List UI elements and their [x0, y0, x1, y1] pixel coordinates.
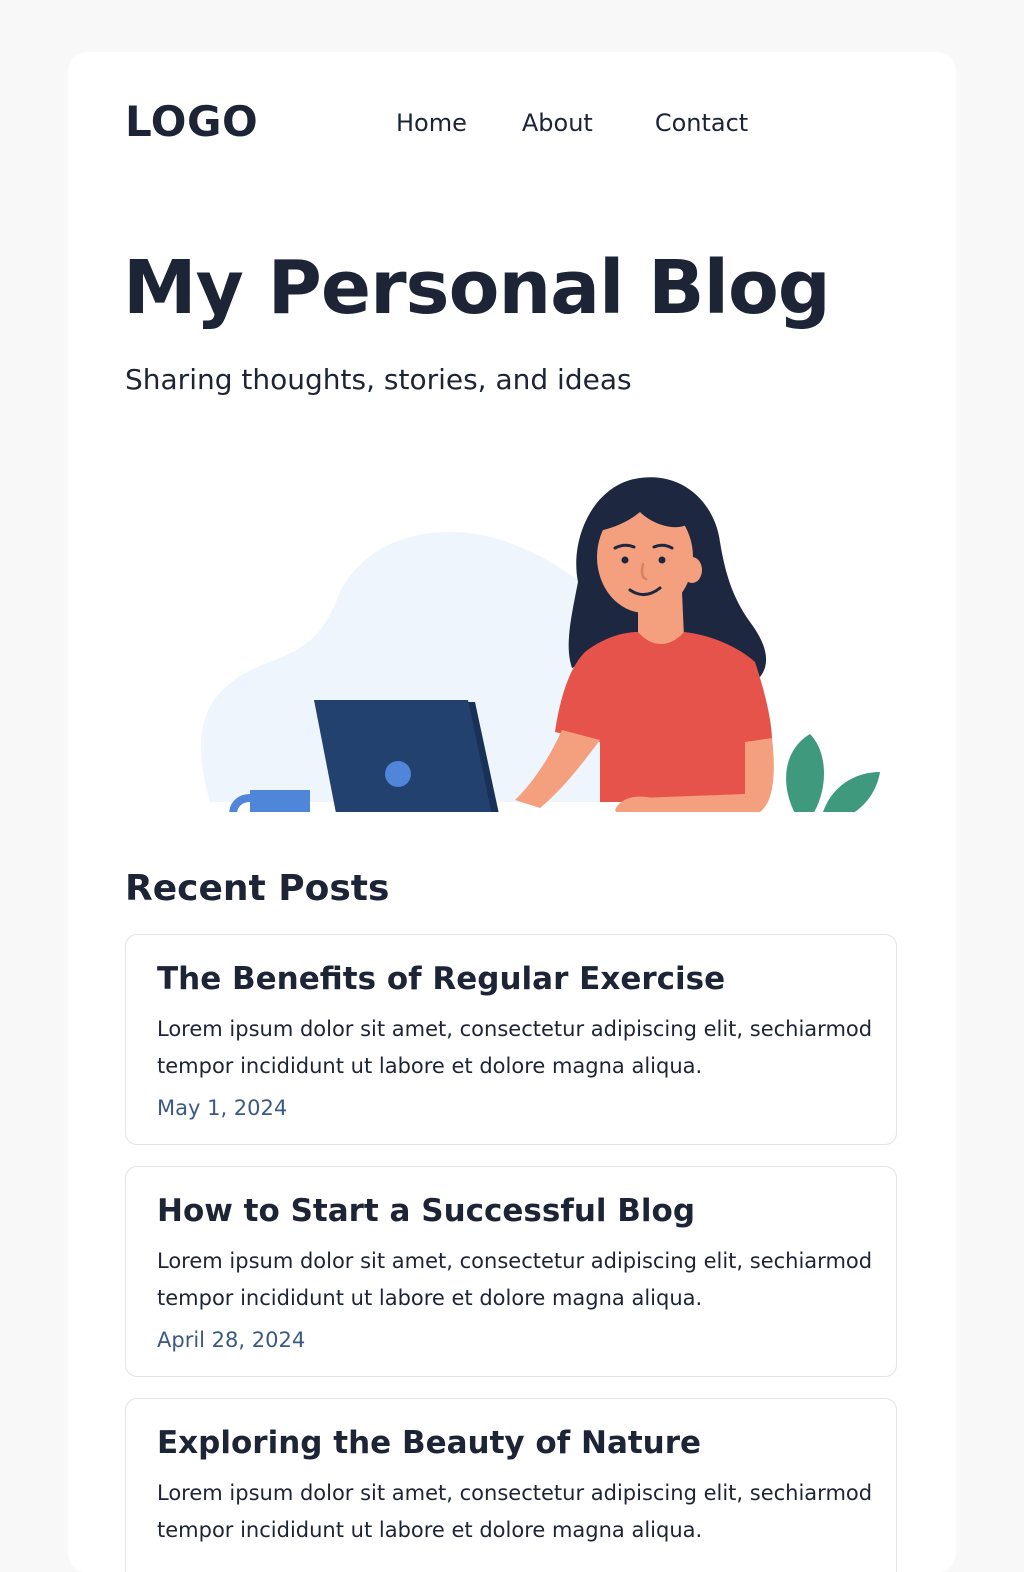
- blog-page: LOGO Home About Contact My Personal Blog…: [68, 52, 956, 1572]
- nav-contact-link[interactable]: Contact: [655, 106, 748, 140]
- eye: [658, 556, 666, 564]
- nav-home-link[interactable]: Home: [396, 106, 467, 140]
- post-title[interactable]: Exploring the Beauty of Nature: [157, 1421, 701, 1465]
- mug: [250, 790, 310, 812]
- laptop-logo: [385, 761, 411, 787]
- page-subtitle: Sharing thoughts, stories, and ideas: [125, 363, 632, 396]
- post-excerpt: Lorem ipsum dolor sit amet, consectetur …: [157, 1017, 873, 1078]
- post-date: April 28, 2024: [157, 1328, 306, 1352]
- logo[interactable]: LOGO: [125, 96, 258, 148]
- plant-leaf: [786, 734, 824, 812]
- laptop-screen: [314, 700, 492, 812]
- post-card[interactable]: How to Start a Successful Blog Lorem ips…: [125, 1166, 897, 1377]
- page-title: My Personal Blog: [123, 245, 831, 331]
- mug-handle: [229, 794, 251, 812]
- nav-about-link[interactable]: About: [522, 106, 593, 140]
- post-title[interactable]: The Benefits of Regular Exercise: [157, 957, 725, 1001]
- woman-working-on-laptop-illustration: [200, 477, 880, 812]
- post-excerpt: Lorem ipsum dolor sit amet, consectetur …: [157, 1481, 873, 1542]
- ear: [682, 557, 702, 583]
- eye: [621, 556, 629, 564]
- plant-leaf: [823, 772, 880, 812]
- post-excerpt: Lorem ipsum dolor sit amet, consectetur …: [157, 1249, 873, 1310]
- main-nav: Home About Contact: [396, 106, 748, 140]
- post-date: May 1, 2024: [157, 1096, 288, 1120]
- post-title[interactable]: How to Start a Successful Blog: [157, 1189, 695, 1233]
- post-card[interactable]: The Benefits of Regular Exercise Lorem i…: [125, 934, 897, 1145]
- post-card[interactable]: Exploring the Beauty of Nature Lorem ips…: [125, 1398, 897, 1572]
- recent-posts-heading: Recent Posts: [125, 868, 390, 909]
